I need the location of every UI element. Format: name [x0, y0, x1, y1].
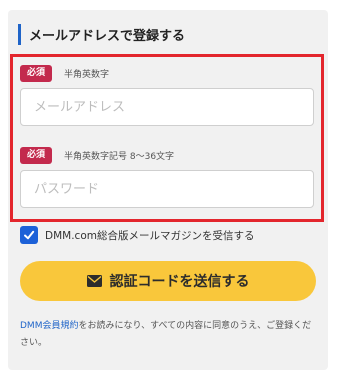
newsletter-label: DMM.com総合版メールマガジンを受信する [45, 229, 255, 242]
envelope-icon [86, 275, 102, 287]
terms-notice: DMM会員規約をお読みになり、すべての内容に同意のうえ、ご登録ください。 [20, 318, 320, 352]
email-hint: 半角英数字 [64, 70, 110, 80]
newsletter-option[interactable]: DMM.com総合版メールマガジンを受信する [20, 226, 254, 244]
password-input[interactable] [20, 170, 314, 208]
heading-title: メールアドレスで登録する [29, 29, 186, 44]
terms-link[interactable]: DMM会員規約 [20, 321, 78, 331]
password-hint: 半角英数字記号 8〜36文字 [64, 152, 175, 162]
send-code-label: 認証コードを送信する [109, 274, 250, 290]
heading-accent-bar [18, 24, 21, 45]
section-heading: メールアドレスで登録する [18, 24, 185, 45]
send-code-button[interactable]: 認証コードを送信する [20, 261, 316, 301]
newsletter-checkbox[interactable] [20, 226, 38, 244]
email-label-row: 必須 半角英数字 [20, 65, 109, 82]
email-input[interactable] [20, 88, 314, 126]
password-required-badge: 必須 [20, 147, 52, 164]
password-label-row: 必須 半角英数字記号 8〜36文字 [20, 147, 174, 164]
email-required-badge: 必須 [20, 65, 52, 82]
checkmark-icon [24, 230, 35, 240]
